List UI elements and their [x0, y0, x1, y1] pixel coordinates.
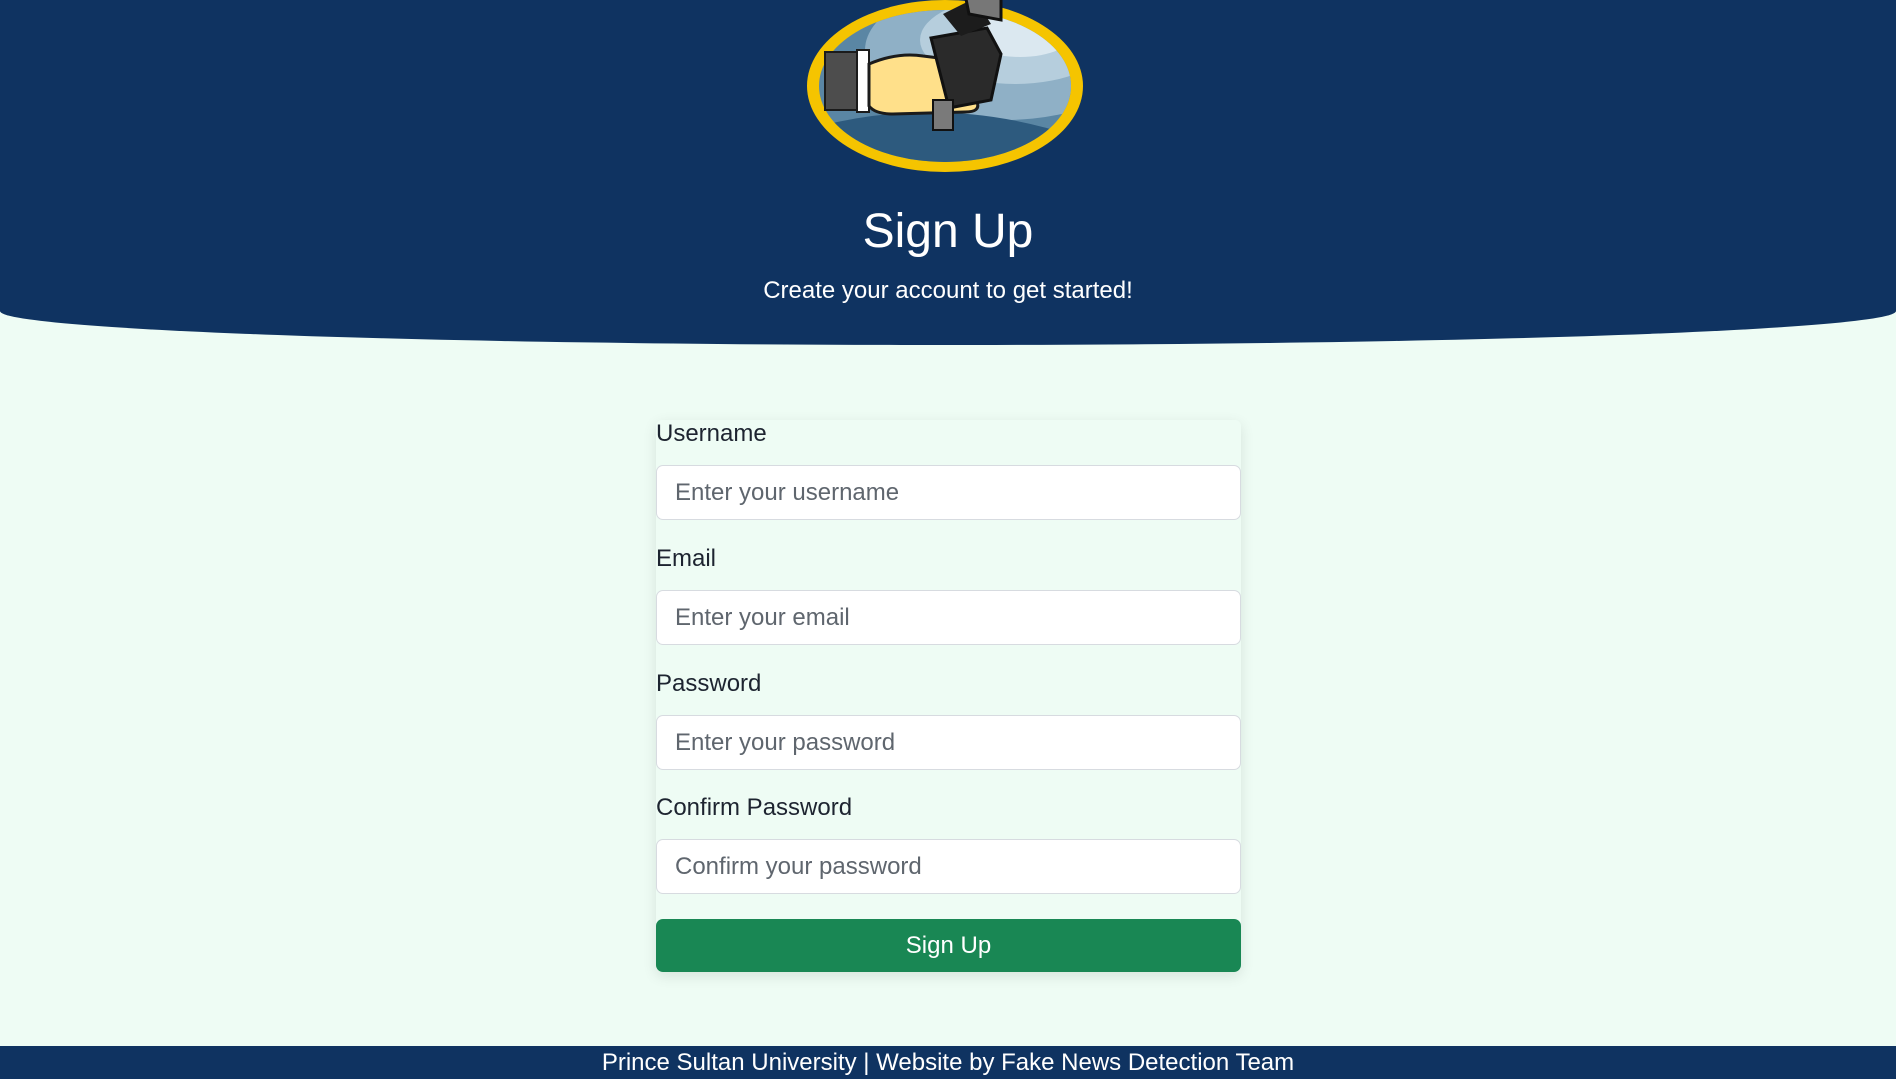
password-label: Password	[656, 670, 762, 697]
email-input[interactable]	[656, 590, 1241, 645]
microphone-hand-icon	[807, 0, 1083, 172]
page-header: Sign Up Create your account to get start…	[0, 0, 1896, 345]
confirm-password-input[interactable]	[656, 839, 1241, 894]
page-subtitle: Create your account to get started!	[763, 277, 1133, 304]
signup-form: Username Email Password Confirm Password…	[656, 420, 1241, 972]
page-footer: Prince Sultan University | Website by Fa…	[0, 1046, 1896, 1079]
password-input[interactable]	[656, 715, 1241, 770]
sign-up-button[interactable]: Sign Up	[656, 919, 1241, 972]
email-label: Email	[656, 545, 717, 572]
username-input[interactable]	[656, 465, 1241, 520]
confirm-password-label: Confirm Password	[656, 794, 853, 821]
page-title: Sign Up	[862, 205, 1034, 258]
username-label: Username	[656, 420, 767, 447]
